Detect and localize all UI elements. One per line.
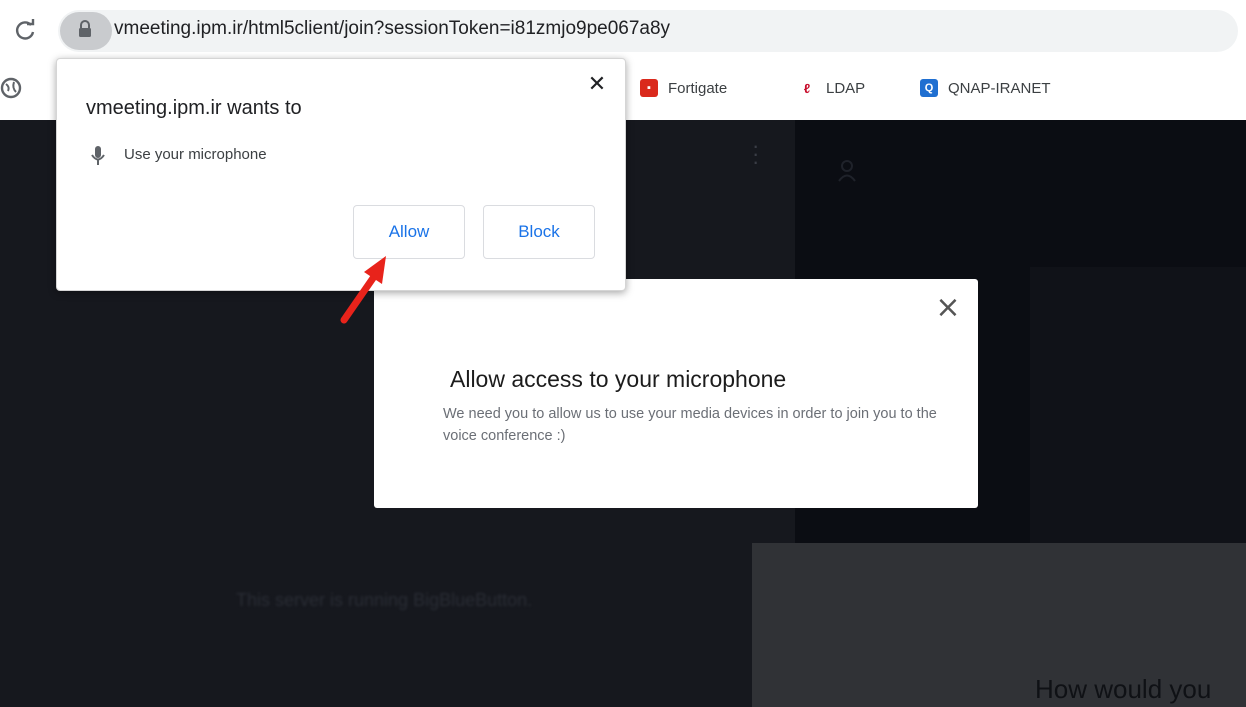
lock-icon bbox=[78, 20, 92, 38]
globe-icon[interactable] bbox=[0, 77, 22, 99]
modal-description: We need you to allow us to use your medi… bbox=[443, 406, 937, 444]
bookmark-ldap[interactable]: ℓ LDAP bbox=[798, 74, 865, 102]
qnap-icon: Q bbox=[920, 79, 938, 97]
ldap-icon: ℓ bbox=[798, 79, 816, 97]
close-icon[interactable]: ✕ bbox=[584, 72, 610, 98]
microphone-access-modal bbox=[374, 279, 978, 508]
reload-icon[interactable] bbox=[14, 19, 36, 41]
bookmark-label: Fortigate bbox=[668, 79, 728, 97]
modal-title: Allow access to your microphone bbox=[450, 366, 787, 392]
permission-item: Use your microphone bbox=[124, 146, 267, 163]
bookmark-label: QNAP-IRANET bbox=[948, 79, 1051, 97]
bookmark-fortigate[interactable]: ▪ Fortigate bbox=[640, 74, 727, 102]
permission-title: vmeeting.ipm.ir wants to bbox=[86, 97, 302, 119]
bookmark-qnap[interactable]: Q QNAP-IRANET bbox=[920, 74, 1051, 102]
bookmark-label: LDAP bbox=[826, 79, 866, 97]
audio-modal-title: How would you bbox=[1035, 674, 1212, 704]
block-button[interactable]: Block bbox=[483, 205, 595, 259]
arrow-annotation-icon bbox=[336, 250, 396, 324]
fortigate-icon: ▪ bbox=[640, 79, 658, 97]
microphone-icon bbox=[90, 144, 106, 168]
user-icon bbox=[838, 160, 856, 182]
url-text[interactable]: vmeeting.ipm.ir/html5client/join?session… bbox=[114, 18, 670, 40]
server-info-text: This server is running BigBlueButton. bbox=[236, 590, 533, 610]
more-options-icon[interactable]: · · · bbox=[752, 135, 762, 173]
close-icon[interactable]: × bbox=[934, 293, 962, 323]
